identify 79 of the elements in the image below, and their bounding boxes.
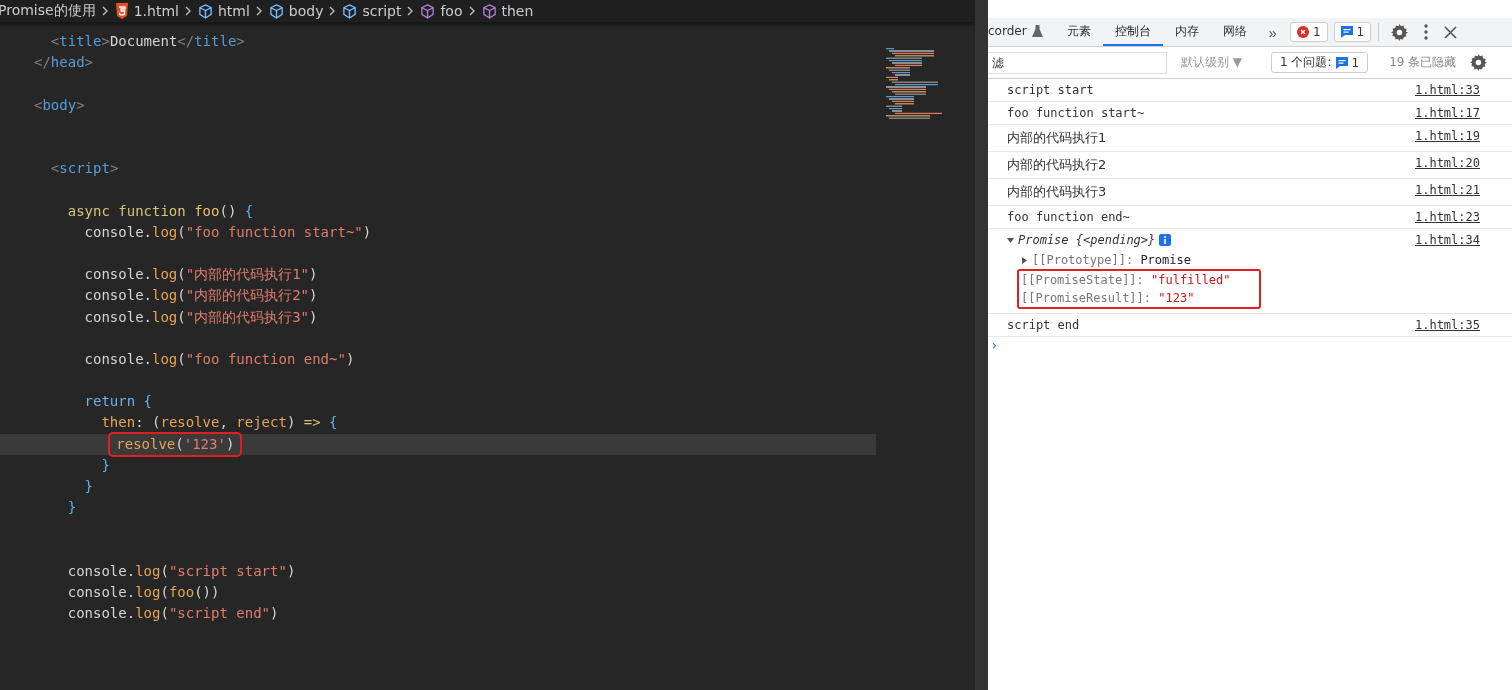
settings-icon[interactable] xyxy=(1391,23,1409,41)
chevron-icon xyxy=(184,6,192,16)
cube-icon xyxy=(481,3,497,19)
property-row: [[PromiseState]]: "fulfilled" xyxy=(1021,273,1231,287)
more-tabs-button[interactable]: » xyxy=(1258,18,1287,46)
code-line: } xyxy=(67,498,77,518)
breadcrumb-item[interactable]: then xyxy=(501,3,534,19)
error-count-button[interactable]: 1 xyxy=(1289,22,1328,42)
source-link[interactable]: 1.html:19 xyxy=(1414,129,1480,143)
filter-field[interactable]: 滤 xyxy=(988,51,1167,74)
console-message: foo function end~ xyxy=(1007,210,1130,224)
code-line: console.log("script start") xyxy=(67,561,296,581)
source-link[interactable]: 1.html:23 xyxy=(1414,210,1480,224)
code-line: async function foo() { xyxy=(67,201,254,221)
prompt-icon: › xyxy=(990,337,999,353)
chevron-icon xyxy=(101,6,109,16)
code-line: console.log("内部的代码执行3") xyxy=(84,307,318,327)
console-message: foo function start~ xyxy=(1007,106,1145,120)
info-icon xyxy=(1159,234,1172,246)
message-icon xyxy=(1335,56,1348,69)
expand-arrow-icon[interactable] xyxy=(1021,256,1028,264)
breadcrumb-item[interactable]: foo xyxy=(440,3,463,19)
settings-icon[interactable] xyxy=(1470,54,1488,71)
message-count-button[interactable]: 1 xyxy=(1333,22,1372,42)
console-message: script start xyxy=(1007,83,1094,97)
cube-icon xyxy=(268,3,284,19)
console-message: 内部的代码执行1 xyxy=(1007,129,1107,147)
code-line: <script> xyxy=(50,159,119,179)
code-line: } xyxy=(84,477,93,497)
chevron-icon xyxy=(468,6,476,16)
issues-button[interactable]: 1 个问题: 1 xyxy=(1271,52,1369,73)
collapse-arrow-icon[interactable] xyxy=(1007,236,1014,244)
message-icon xyxy=(1340,26,1353,38)
highlighted-code-line: resolve('123') xyxy=(110,433,241,455)
source-link[interactable]: 1.html:21 xyxy=(1414,183,1480,197)
source-link[interactable]: 1.html:20 xyxy=(1414,156,1480,170)
property-row: [[PromiseResult]]: "123" xyxy=(1021,291,1195,305)
code-line: </head> xyxy=(34,53,93,73)
breadcrumb-item[interactable]: body xyxy=(288,3,324,19)
code-line: <title>Document</title> xyxy=(50,32,245,52)
code-line: then: (resolve, reject) => { xyxy=(101,413,338,433)
error-icon xyxy=(1296,26,1309,38)
more-options-icon[interactable] xyxy=(1424,24,1429,40)
code-line: console.log("foo function end~") xyxy=(84,349,355,369)
console-message: script end xyxy=(1007,318,1080,332)
console-message: 内部的代码执行3 xyxy=(1007,183,1107,201)
panel-tab[interactable]: corder xyxy=(988,18,1055,46)
source-link[interactable]: 1.html:35 xyxy=(1414,318,1480,332)
breadcrumb-item[interactable]: 1.html xyxy=(133,3,179,19)
property-row: [[Prototype]]: Promise xyxy=(1032,253,1191,267)
flask-icon xyxy=(1031,25,1043,37)
code-line: console.log("内部的代码执行2") xyxy=(84,286,318,306)
panel-tab[interactable]: 网络 xyxy=(1210,18,1259,46)
code-line: return { xyxy=(84,392,153,412)
object-summary: Promise {<pending>} xyxy=(1018,233,1156,247)
code-line: } xyxy=(101,455,110,475)
panel-tab[interactable]: 内存 xyxy=(1162,18,1211,46)
close-icon[interactable] xyxy=(1444,25,1458,39)
breadcrumb-item[interactable]: html xyxy=(217,3,250,19)
chevron-icon xyxy=(407,6,415,16)
chevron-icon xyxy=(329,6,337,16)
hidden-count: 19 条已隐藏 xyxy=(1389,54,1457,71)
source-link[interactable]: 1.html:33 xyxy=(1414,83,1480,97)
breadcrumb-item[interactable]: script xyxy=(362,3,402,19)
code-line: console.log("script end") xyxy=(67,604,279,624)
code-line: console.log("内部的代码执行1") xyxy=(84,265,318,285)
source-link[interactable]: 1.html:34 xyxy=(1414,233,1480,247)
source-link[interactable]: 1.html:17 xyxy=(1414,106,1480,120)
code-line: console.log(foo()) xyxy=(67,582,220,602)
cube-icon xyxy=(420,3,436,19)
chevron-icon xyxy=(255,6,263,16)
cube-icon xyxy=(197,3,213,19)
panel-tab[interactable]: 元素 xyxy=(1054,18,1103,46)
html5-icon xyxy=(114,3,129,19)
code-line: console.log("foo function start~") xyxy=(84,222,372,242)
cube-icon xyxy=(342,3,358,19)
code-line: <body> xyxy=(34,95,85,115)
console-message: 内部的代码执行2 xyxy=(1007,156,1107,174)
breadcrumb-item[interactable]: Promise的使用 xyxy=(0,2,96,20)
